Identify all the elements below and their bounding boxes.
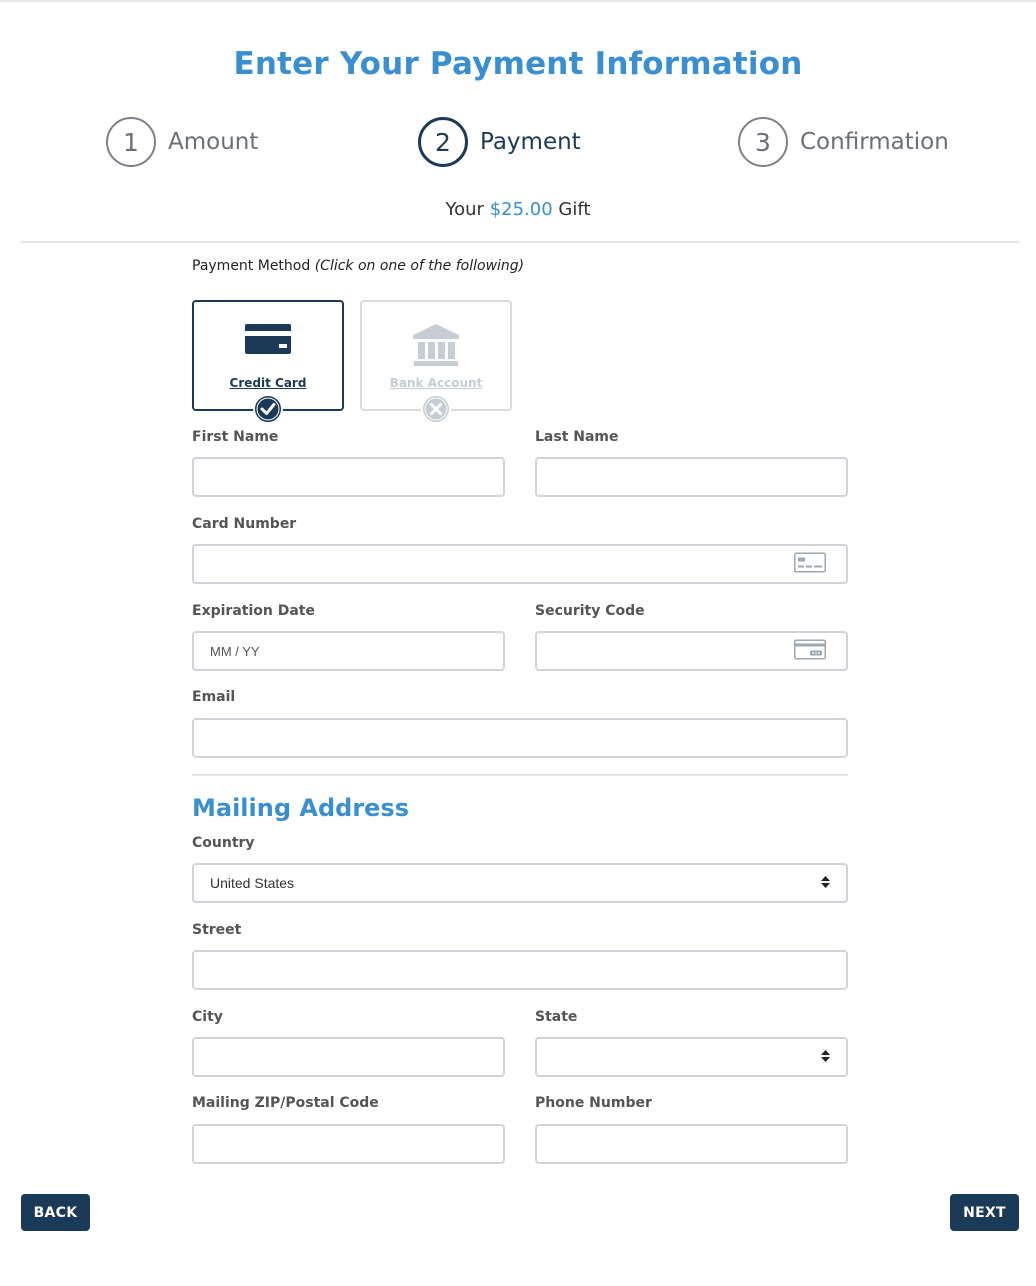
card-front-icon — [794, 552, 826, 576]
expiration-date-input[interactable] — [210, 643, 487, 659]
card-back-icon — [794, 639, 826, 663]
header-divider — [21, 241, 1019, 243]
first-name-field[interactable] — [192, 457, 505, 497]
step-amount: 1 Amount — [106, 117, 258, 167]
page-title: Enter Your Payment Information — [233, 46, 803, 82]
security-code-field[interactable] — [535, 631, 848, 671]
security-code-label: Security Code — [535, 603, 645, 619]
card-number-label: Card Number — [192, 516, 297, 532]
card-number-input[interactable] — [210, 556, 830, 572]
phone-label: Phone Number — [535, 1095, 652, 1111]
bank-account-option[interactable]: Bank Account — [360, 300, 512, 424]
step-label: Payment — [480, 129, 581, 155]
select-arrows-icon — [821, 875, 830, 891]
bank-icon — [413, 324, 459, 373]
card-number-field[interactable] — [192, 544, 848, 584]
state-select[interactable] — [535, 1037, 848, 1077]
gift-amount: $25.00 — [489, 199, 553, 220]
credit-card-option[interactable]: Credit Card — [192, 300, 344, 424]
first-name-input[interactable] — [210, 469, 487, 485]
step-label: Confirmation — [800, 129, 949, 155]
phone-input[interactable] — [553, 1136, 830, 1152]
close-icon — [421, 394, 451, 424]
email-label: Email — [192, 689, 236, 705]
back-button[interactable]: BACK — [21, 1194, 90, 1231]
last-name-field[interactable] — [535, 457, 848, 497]
section-divider — [192, 774, 848, 776]
checkmark-icon — [253, 394, 283, 424]
select-arrows-icon — [821, 1049, 830, 1065]
zip-input[interactable] — [210, 1136, 487, 1152]
step-confirmation: 3 Confirmation — [738, 117, 949, 167]
last-name-label: Last Name — [535, 429, 619, 445]
zip-label: Mailing ZIP/Postal Code — [192, 1095, 379, 1111]
payment-method-hint: (Click on one of the following) — [314, 258, 525, 274]
first-name-label: First Name — [192, 429, 279, 445]
next-button[interactable]: NEXT — [950, 1194, 1019, 1231]
credit-card-icon — [245, 324, 291, 359]
step-number: 1 — [106, 117, 156, 167]
top-rule — [0, 0, 1036, 2]
city-input[interactable] — [210, 1049, 487, 1065]
step-number: 2 — [418, 117, 468, 167]
gift-prefix: Your — [445, 199, 484, 220]
step-number: 3 — [738, 117, 788, 167]
street-field[interactable] — [192, 950, 848, 990]
city-field[interactable] — [192, 1037, 505, 1077]
country-label: Country — [192, 835, 255, 851]
security-code-input[interactable] — [553, 643, 830, 659]
step-payment: 2 Payment — [418, 117, 581, 167]
email-field[interactable] — [192, 718, 848, 758]
country-value: United States — [210, 875, 295, 891]
bank-account-label: Bank Account — [389, 376, 483, 390]
mailing-address-title: Mailing Address — [192, 794, 409, 822]
zip-field[interactable] — [192, 1124, 505, 1164]
payment-method-title: Payment Method — [192, 258, 311, 274]
last-name-input[interactable] — [553, 469, 830, 485]
gift-suffix: Gift — [558, 199, 591, 220]
expiration-date-label: Expiration Date — [192, 603, 315, 619]
street-input[interactable] — [210, 962, 830, 978]
state-label: State — [535, 1009, 578, 1025]
credit-card-label: Credit Card — [229, 376, 307, 390]
payment-method-label: Payment Method (Click on one of the foll… — [192, 258, 524, 274]
country-select[interactable]: United States — [192, 863, 848, 903]
street-label: Street — [192, 922, 242, 938]
expiration-date-field[interactable] — [192, 631, 505, 671]
step-label: Amount — [168, 129, 259, 155]
city-label: City — [192, 1009, 223, 1025]
phone-field[interactable] — [535, 1124, 848, 1164]
gift-summary: Your $25.00 Gift — [0, 199, 1036, 220]
email-input[interactable] — [210, 730, 830, 746]
